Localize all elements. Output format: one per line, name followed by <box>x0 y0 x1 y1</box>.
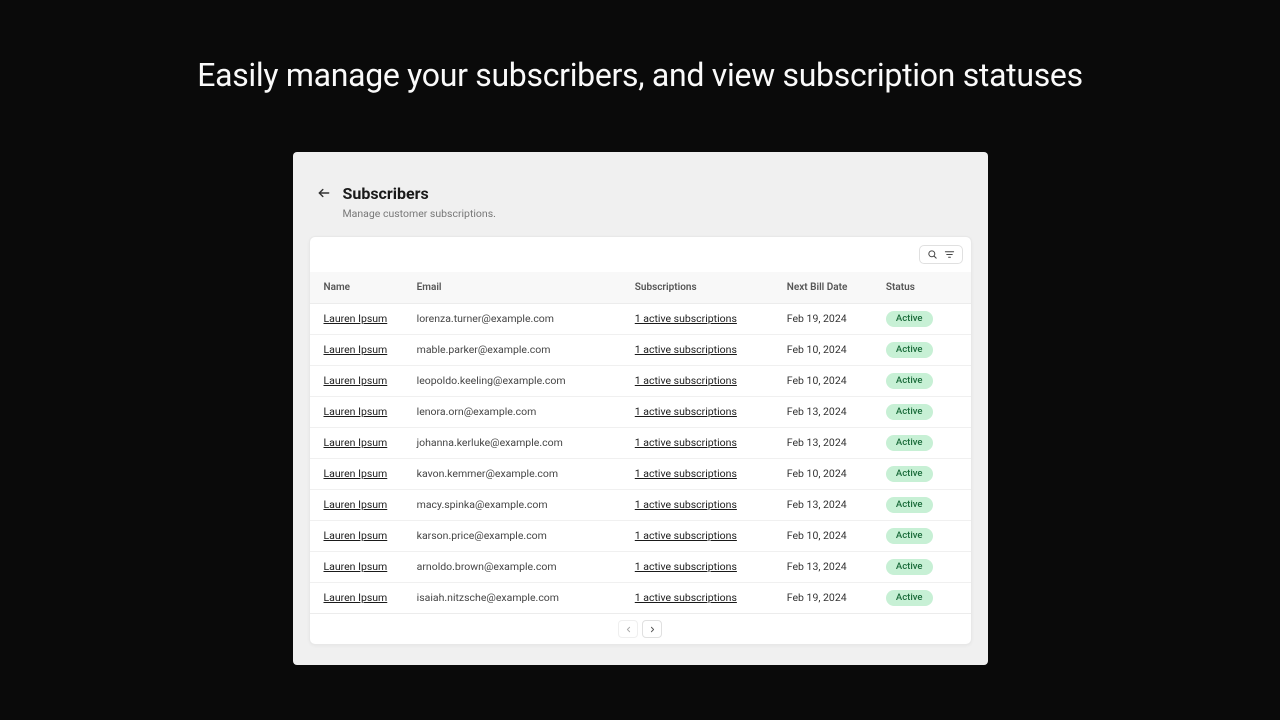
subscribers-card: Name Email Subscriptions Next Bill Date … <box>309 236 972 645</box>
status-badge: Active <box>886 590 933 606</box>
subscriber-name-link[interactable]: Lauren Ipsum <box>324 529 388 542</box>
col-header-status[interactable]: Status <box>878 272 971 304</box>
subscriptions-link[interactable]: 1 active subscriptions <box>635 343 737 356</box>
search-icon <box>927 249 938 260</box>
subscriptions-link[interactable]: 1 active subscriptions <box>635 467 737 480</box>
next-bill-date: Feb 13, 2024 <box>779 489 878 520</box>
next-bill-date: Feb 19, 2024 <box>779 303 878 334</box>
subscriptions-link[interactable]: 1 active subscriptions <box>635 312 737 325</box>
table-row: Lauren Ipsum arnoldo.brown@example.com 1 a… <box>310 551 971 582</box>
subscriber-name-link[interactable]: Lauren Ipsum <box>324 498 388 511</box>
hero-title: Easily manage your subscribers, and view… <box>0 0 1280 94</box>
status-badge: Active <box>886 528 933 544</box>
subscriber-email: lorenza.turner@example.com <box>409 303 627 334</box>
subscriber-email: johanna.kerluke@example.com <box>409 427 627 458</box>
back-arrow-icon[interactable] <box>317 186 331 200</box>
next-bill-date: Feb 13, 2024 <box>779 396 878 427</box>
next-bill-date: Feb 10, 2024 <box>779 458 878 489</box>
subscriber-email: mable.parker@example.com <box>409 334 627 365</box>
col-header-next-bill[interactable]: Next Bill Date <box>779 272 878 304</box>
subscriber-name-link[interactable]: Lauren Ipsum <box>324 560 388 573</box>
chevron-right-icon <box>648 619 657 638</box>
status-badge: Active <box>886 559 933 575</box>
table-toolbar <box>310 237 971 272</box>
subscriptions-link[interactable]: 1 active subscriptions <box>635 436 737 449</box>
subscriptions-link[interactable]: 1 active subscriptions <box>635 405 737 418</box>
app-window: Subscribers Manage customer subscription… <box>293 152 988 665</box>
filter-icon <box>944 249 955 260</box>
next-bill-date: Feb 10, 2024 <box>779 365 878 396</box>
subscriber-name-link[interactable]: Lauren Ipsum <box>324 436 388 449</box>
subscriber-email: leopoldo.keeling@example.com <box>409 365 627 396</box>
page-subtitle: Manage customer subscriptions. <box>343 207 496 220</box>
subscriber-name-link[interactable]: Lauren Ipsum <box>324 343 388 356</box>
subscriptions-link[interactable]: 1 active subscriptions <box>635 560 737 573</box>
table-row: Lauren Ipsum karson.price@example.com 1 ac… <box>310 520 971 551</box>
table-row: Lauren Ipsum leopoldo.keeling@example.com… <box>310 365 971 396</box>
subscriber-email: isaiah.nitzsche@example.com <box>409 582 627 613</box>
table-row: Lauren Ipsum lorenza.turner@example.com 1 … <box>310 303 971 334</box>
subscribers-table: Name Email Subscriptions Next Bill Date … <box>310 272 971 614</box>
table-row: Lauren Ipsum johanna.kerluke@example.com 1… <box>310 427 971 458</box>
page-prev-button[interactable] <box>618 620 638 638</box>
page-title: Subscribers <box>343 184 496 205</box>
search-filter-button[interactable] <box>919 245 963 264</box>
status-badge: Active <box>886 497 933 513</box>
status-badge: Active <box>886 435 933 451</box>
subscriber-email: karson.price@example.com <box>409 520 627 551</box>
pagination <box>310 614 971 644</box>
subscriber-name-link[interactable]: Lauren Ipsum <box>324 467 388 480</box>
table-row: Lauren Ipsum mable.parker@example.com 1 ac… <box>310 334 971 365</box>
status-badge: Active <box>886 311 933 327</box>
table-row: Lauren Ipsum lenora.orn@example.com 1 acti… <box>310 396 971 427</box>
subscriptions-link[interactable]: 1 active subscriptions <box>635 498 737 511</box>
col-header-email[interactable]: Email <box>409 272 627 304</box>
subscriber-email: arnoldo.brown@example.com <box>409 551 627 582</box>
status-badge: Active <box>886 466 933 482</box>
status-badge: Active <box>886 373 933 389</box>
next-bill-date: Feb 13, 2024 <box>779 551 878 582</box>
subscriptions-link[interactable]: 1 active subscriptions <box>635 591 737 604</box>
table-row: Lauren Ipsum isaiah.nitzsche@example.com 1… <box>310 582 971 613</box>
page-next-button[interactable] <box>642 620 662 638</box>
page-header: Subscribers Manage customer subscription… <box>309 184 972 236</box>
next-bill-date: Feb 10, 2024 <box>779 520 878 551</box>
next-bill-date: Feb 10, 2024 <box>779 334 878 365</box>
chevron-left-icon <box>624 619 633 638</box>
subscriptions-link[interactable]: 1 active subscriptions <box>635 529 737 542</box>
subscriber-name-link[interactable]: Lauren Ipsum <box>324 591 388 604</box>
next-bill-date: Feb 19, 2024 <box>779 582 878 613</box>
subscriber-email: lenora.orn@example.com <box>409 396 627 427</box>
subscriber-name-link[interactable]: Lauren Ipsum <box>324 312 388 325</box>
table-row: Lauren Ipsum macy.spinka@example.com 1 act… <box>310 489 971 520</box>
next-bill-date: Feb 13, 2024 <box>779 427 878 458</box>
subscriber-email: macy.spinka@example.com <box>409 489 627 520</box>
subscriber-email: kavon.kemmer@example.com <box>409 458 627 489</box>
table-header-row: Name Email Subscriptions Next Bill Date … <box>310 272 971 304</box>
subscriber-name-link[interactable]: Lauren Ipsum <box>324 405 388 418</box>
status-badge: Active <box>886 342 933 358</box>
subscriptions-link[interactable]: 1 active subscriptions <box>635 374 737 387</box>
col-header-subscriptions[interactable]: Subscriptions <box>627 272 779 304</box>
status-badge: Active <box>886 404 933 420</box>
subscriber-name-link[interactable]: Lauren Ipsum <box>324 374 388 387</box>
col-header-name[interactable]: Name <box>310 272 409 304</box>
table-row: Lauren Ipsum kavon.kemmer@example.com 1 ac… <box>310 458 971 489</box>
